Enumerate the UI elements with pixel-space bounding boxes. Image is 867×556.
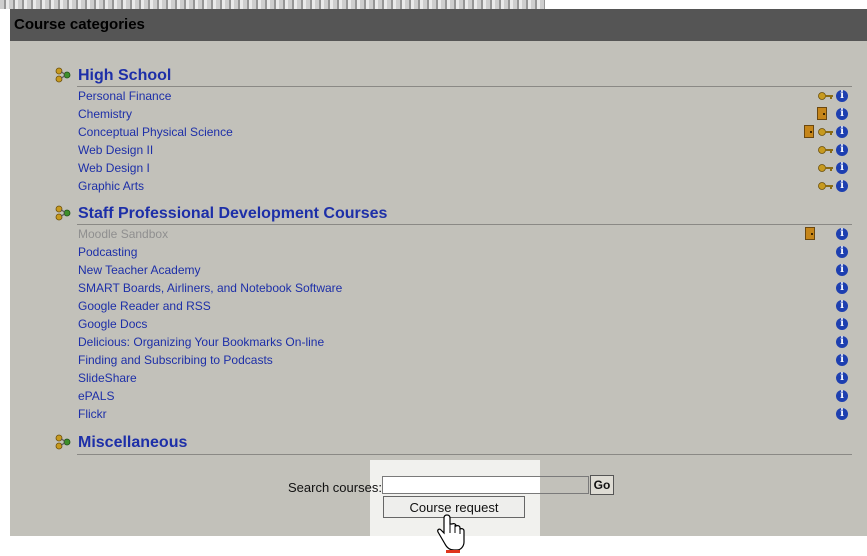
course-row: Flickr i xyxy=(78,405,853,423)
category-name[interactable]: Staff Professional Development Courses xyxy=(78,205,387,223)
page-header: Course categories xyxy=(10,9,867,41)
course-link[interactable]: Google Reader and RSS xyxy=(78,297,211,315)
search-label: Search courses: xyxy=(288,480,382,495)
search-input-background xyxy=(540,477,588,493)
info-icon[interactable]: i xyxy=(836,372,848,384)
course-row: SlideShare i xyxy=(78,369,853,387)
course-link[interactable]: ePALS xyxy=(78,387,114,405)
door-icon[interactable] xyxy=(804,125,814,138)
category-icon xyxy=(55,205,71,221)
course-link[interactable]: Web Design II xyxy=(78,141,153,159)
course-row: Personal Finance i xyxy=(78,87,853,105)
category-icon xyxy=(55,434,71,450)
course-link[interactable]: Delicious: Organizing Your Bookmarks On-… xyxy=(78,333,324,351)
course-row: Google Reader and RSS i xyxy=(78,297,853,315)
course-link[interactable]: Flickr xyxy=(78,405,107,423)
door-icon[interactable] xyxy=(817,107,827,120)
key-icon[interactable] xyxy=(818,162,834,174)
course-row: New Teacher Academy i xyxy=(78,261,853,279)
door-icon[interactable] xyxy=(805,227,815,240)
key-icon[interactable] xyxy=(818,144,834,156)
course-row: Web Design I i xyxy=(78,159,853,177)
course-row: SMART Boards, Airliners, and Notebook So… xyxy=(78,279,853,297)
info-icon[interactable]: i xyxy=(836,90,848,102)
course-link[interactable]: Google Docs xyxy=(78,315,147,333)
info-icon[interactable]: i xyxy=(836,246,848,258)
course-row: Conceptual Physical Science i xyxy=(78,123,853,141)
key-icon[interactable] xyxy=(818,90,834,102)
course-link[interactable]: Web Design I xyxy=(78,159,150,177)
course-link[interactable]: Conceptual Physical Science xyxy=(78,123,233,141)
info-icon[interactable]: i xyxy=(836,126,848,138)
info-icon[interactable]: i xyxy=(836,318,848,330)
info-icon[interactable]: i xyxy=(836,300,848,312)
info-icon[interactable]: i xyxy=(836,162,848,174)
top-banner-decoration xyxy=(0,0,545,9)
course-link[interactable]: Podcasting xyxy=(78,243,137,261)
course-row: Chemistry i xyxy=(78,105,853,123)
info-icon[interactable]: i xyxy=(836,228,848,240)
info-icon[interactable]: i xyxy=(836,336,848,348)
info-icon[interactable]: i xyxy=(836,144,848,156)
go-button[interactable]: Go xyxy=(590,475,614,495)
key-icon[interactable] xyxy=(818,126,834,138)
course-link[interactable]: Graphic Arts xyxy=(78,177,144,195)
category-divider xyxy=(77,454,852,455)
info-icon[interactable]: i xyxy=(836,354,848,366)
info-icon[interactable]: i xyxy=(836,108,848,120)
course-row: Podcasting i xyxy=(78,243,853,261)
course-link[interactable]: Finding and Subscribing to Podcasts xyxy=(78,351,273,369)
course-row: Web Design II i xyxy=(78,141,853,159)
hand-cursor-icon xyxy=(437,514,465,553)
info-icon[interactable]: i xyxy=(836,264,848,276)
info-icon[interactable]: i xyxy=(836,408,848,420)
info-icon[interactable]: i xyxy=(836,390,848,402)
course-row: Graphic Arts i xyxy=(78,177,853,195)
course-row: Moodle Sandbox i xyxy=(78,225,853,243)
course-link[interactable]: Personal Finance xyxy=(78,87,171,105)
page-title: Course categories xyxy=(14,16,145,33)
course-link[interactable]: New Teacher Academy xyxy=(78,261,201,279)
category-name[interactable]: High School xyxy=(78,67,171,85)
category-name[interactable]: Miscellaneous xyxy=(78,434,187,452)
info-icon[interactable]: i xyxy=(836,282,848,294)
course-link[interactable]: Moodle Sandbox xyxy=(78,225,168,243)
key-icon[interactable] xyxy=(818,180,834,192)
course-link[interactable]: Chemistry xyxy=(78,105,132,123)
category-icon xyxy=(55,67,71,83)
course-link[interactable]: SMART Boards, Airliners, and Notebook So… xyxy=(78,279,342,297)
course-row: Delicious: Organizing Your Bookmarks On-… xyxy=(78,333,853,351)
course-row: ePALS i xyxy=(78,387,853,405)
course-link[interactable]: SlideShare xyxy=(78,369,137,387)
course-row: Finding and Subscribing to Podcasts i xyxy=(78,351,853,369)
course-row: Google Docs i xyxy=(78,315,853,333)
info-icon[interactable]: i xyxy=(836,180,848,192)
